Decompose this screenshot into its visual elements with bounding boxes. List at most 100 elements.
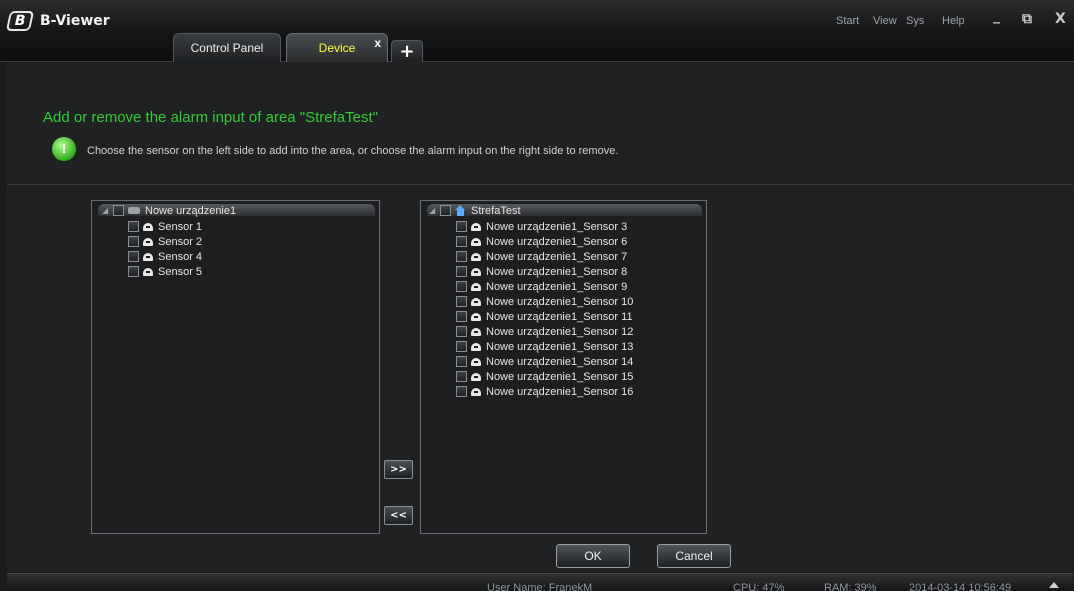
remove-from-area-button[interactable]: << bbox=[384, 506, 413, 525]
sensor-checkbox[interactable] bbox=[456, 356, 467, 367]
sensor-label: Nowe urządzenie1_Sensor 16 bbox=[486, 385, 634, 398]
list-item[interactable]: Nowe urządzenie1_Sensor 15 bbox=[456, 369, 633, 384]
sensor-checkbox[interactable] bbox=[456, 296, 467, 307]
menu-sys[interactable]: Sys bbox=[906, 15, 924, 27]
sensor-checkbox[interactable] bbox=[456, 236, 467, 247]
list-item[interactable]: Nowe urządzenie1_Sensor 12 bbox=[456, 324, 633, 339]
sensor-label: Sensor 2 bbox=[158, 235, 203, 248]
list-item[interactable]: Nowe urządzenie1_Sensor 16 bbox=[456, 384, 633, 399]
list-item[interactable]: Nowe urządzenie1_Sensor 7 bbox=[456, 249, 627, 264]
cancel-button[interactable]: Cancel bbox=[657, 544, 731, 568]
add-tab-button[interactable]: + bbox=[391, 40, 423, 62]
add-to-area-button[interactable]: >> bbox=[384, 460, 413, 479]
sensor-label: Nowe urządzenie1_Sensor 3 bbox=[486, 220, 628, 233]
sensor-label: Nowe urządzenie1_Sensor 7 bbox=[486, 250, 628, 263]
tree-root-device[interactable]: ◢ Nowe urządzenie1 bbox=[102, 203, 236, 218]
list-item[interactable]: Sensor 1 bbox=[128, 219, 202, 234]
sensor-checkbox[interactable] bbox=[456, 386, 467, 397]
instruction-text: Choose the sensor on the left side to ad… bbox=[87, 145, 619, 157]
sensor-checkbox[interactable] bbox=[456, 266, 467, 277]
sensor-icon bbox=[143, 222, 153, 231]
tree-root-label: StrefaTest bbox=[471, 204, 521, 217]
sensor-label: Nowe urządzenie1_Sensor 10 bbox=[486, 295, 634, 308]
menu-help[interactable]: Help bbox=[942, 15, 965, 27]
root-checkbox[interactable] bbox=[440, 205, 451, 216]
divider bbox=[7, 184, 1073, 185]
status-cpu: CPU: 47% bbox=[733, 582, 785, 591]
available-sensors-panel[interactable]: ◢ Nowe urządzenie1 Sensor 1 Sensor 2 Sen… bbox=[91, 200, 380, 534]
home-icon bbox=[455, 205, 466, 216]
sensor-label: Nowe urządzenie1_Sensor 11 bbox=[486, 310, 633, 323]
list-item[interactable]: Nowe urządzenie1_Sensor 11 bbox=[456, 309, 633, 324]
close-window-icon[interactable]: X bbox=[1055, 11, 1066, 27]
sensor-checkbox[interactable] bbox=[456, 341, 467, 352]
sensor-checkbox[interactable] bbox=[128, 236, 139, 247]
sensor-label: Sensor 4 bbox=[158, 250, 203, 263]
title-bar: B B-Viewer Control Panel Device x + Star… bbox=[0, 0, 1074, 62]
sensor-checkbox[interactable] bbox=[456, 281, 467, 292]
tab-control-panel-label: Control Panel bbox=[190, 41, 264, 55]
list-item[interactable]: Nowe urządzenie1_Sensor 13 bbox=[456, 339, 633, 354]
ok-button[interactable]: OK bbox=[556, 544, 630, 568]
tab-device[interactable]: Device x bbox=[286, 33, 388, 62]
sensor-checkbox[interactable] bbox=[456, 311, 467, 322]
sensor-label: Nowe urządzenie1_Sensor 9 bbox=[486, 280, 628, 293]
sensor-checkbox[interactable] bbox=[456, 251, 467, 262]
sensor-checkbox[interactable] bbox=[128, 251, 139, 262]
list-item[interactable]: Nowe urządzenie1_Sensor 14 bbox=[456, 354, 633, 369]
sensor-icon bbox=[471, 387, 481, 396]
sensor-icon bbox=[143, 267, 153, 276]
sensor-icon bbox=[143, 252, 153, 261]
list-item[interactable]: Nowe urządzenie1_Sensor 3 bbox=[456, 219, 627, 234]
area-alarm-inputs-panel[interactable]: ◢ StrefaTest Nowe urządzenie1_Sensor 3 N… bbox=[420, 200, 707, 534]
sensor-icon bbox=[471, 312, 481, 321]
root-checkbox[interactable] bbox=[113, 205, 124, 216]
app-title: B-Viewer bbox=[40, 13, 110, 29]
sensor-label: Nowe urządzenie1_Sensor 13 bbox=[486, 340, 634, 353]
sensor-label: Nowe urządzenie1_Sensor 8 bbox=[486, 265, 628, 278]
menu-view[interactable]: View bbox=[873, 15, 897, 27]
sensor-icon bbox=[143, 237, 153, 246]
sensor-checkbox[interactable] bbox=[456, 221, 467, 232]
tab-close-icon[interactable]: x bbox=[374, 36, 381, 50]
sensor-icon bbox=[471, 282, 481, 291]
sensor-checkbox[interactable] bbox=[128, 266, 139, 277]
sensor-checkbox[interactable] bbox=[456, 371, 467, 382]
sensor-label: Nowe urządzenie1_Sensor 15 bbox=[486, 370, 634, 383]
app-logo: B B-Viewer bbox=[5, 11, 110, 31]
list-item[interactable]: Sensor 5 bbox=[128, 264, 202, 279]
sensor-icon bbox=[471, 372, 481, 381]
sensor-checkbox[interactable] bbox=[456, 326, 467, 337]
sensor-icon bbox=[471, 252, 481, 261]
tree-root-area[interactable]: ◢ StrefaTest bbox=[429, 203, 521, 218]
expand-icon[interactable]: ◢ bbox=[102, 206, 111, 215]
info-bulb-icon: ! bbox=[52, 137, 76, 161]
sensor-icon bbox=[471, 342, 481, 351]
status-bar: User Name: FranekM CPU: 47% RAM: 39% 201… bbox=[7, 573, 1073, 591]
device-icon bbox=[128, 207, 140, 214]
sensor-icon bbox=[471, 357, 481, 366]
expand-up-icon[interactable] bbox=[1049, 582, 1059, 588]
sensor-checkbox[interactable] bbox=[128, 221, 139, 232]
list-item[interactable]: Nowe urządzenie1_Sensor 10 bbox=[456, 294, 633, 309]
list-item[interactable]: Nowe urządzenie1_Sensor 9 bbox=[456, 279, 627, 294]
list-item[interactable]: Nowe urządzenie1_Sensor 8 bbox=[456, 264, 627, 279]
list-item[interactable]: Sensor 4 bbox=[128, 249, 202, 264]
sensor-icon bbox=[471, 297, 481, 306]
list-item[interactable]: Sensor 2 bbox=[128, 234, 202, 249]
minimize-icon[interactable]: _ bbox=[993, 8, 1000, 24]
page-title: Add or remove the alarm input of area "S… bbox=[43, 109, 378, 126]
tab-device-label: Device bbox=[318, 41, 356, 55]
sensor-label: Sensor 1 bbox=[158, 220, 203, 233]
sensor-label: Nowe urządzenie1_Sensor 14 bbox=[486, 355, 634, 368]
b-logo-icon: B bbox=[5, 11, 35, 31]
status-datetime: 2014-03-14 10:56:49 bbox=[909, 582, 1012, 591]
tab-control-panel[interactable]: Control Panel bbox=[173, 33, 281, 62]
status-ram: RAM: 39% bbox=[824, 582, 877, 591]
menu-start[interactable]: Start bbox=[836, 15, 859, 27]
expand-icon[interactable]: ◢ bbox=[429, 206, 438, 215]
sensor-icon bbox=[471, 237, 481, 246]
sensor-icon bbox=[471, 267, 481, 276]
list-item[interactable]: Nowe urządzenie1_Sensor 6 bbox=[456, 234, 627, 249]
restore-icon[interactable]: ⧉ bbox=[1022, 11, 1032, 27]
